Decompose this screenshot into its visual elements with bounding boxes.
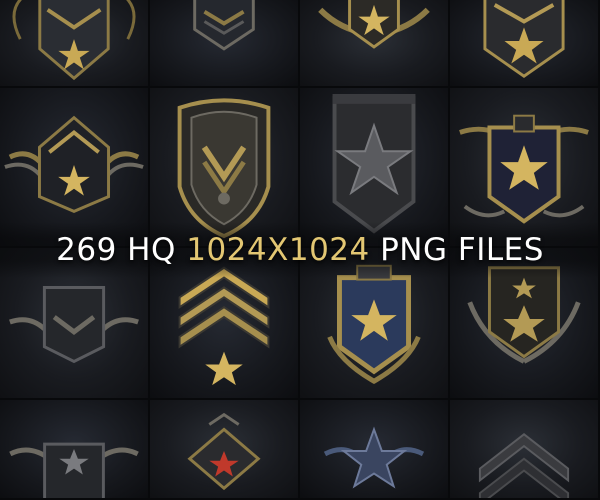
badge-tile — [450, 0, 600, 88]
badge-tile — [150, 0, 300, 88]
winged-star-badge-icon — [318, 0, 430, 49]
badge-tile — [0, 400, 150, 500]
title-resolution: 1024X1024 — [186, 232, 370, 268]
badge-tile — [300, 400, 450, 500]
title-suffix: PNG FILES — [369, 232, 544, 268]
title-banner: 269 HQ 1024X1024 PNG FILES — [0, 222, 600, 278]
badge-tile — [300, 0, 450, 88]
chevron-emblem-icon — [193, 0, 255, 51]
badge-tile — [150, 400, 300, 500]
chevron-rank-icon — [478, 433, 570, 498]
product-preview: 269 HQ 1024X1024 PNG FILES — [0, 0, 600, 500]
winged-chevron-badge-icon — [12, 0, 136, 81]
badge-tile — [450, 400, 600, 500]
title-prefix: 269 HQ — [56, 232, 187, 268]
star-chevron-shield-icon — [483, 0, 565, 79]
product-title: 269 HQ 1024X1024 PNG FILES — [56, 232, 544, 268]
badge-tile — [0, 0, 150, 88]
dark-star-badge-icon — [323, 426, 425, 489]
red-diamond-badge-icon — [187, 412, 261, 491]
winged-star-insignia-icon — [9, 442, 139, 498]
